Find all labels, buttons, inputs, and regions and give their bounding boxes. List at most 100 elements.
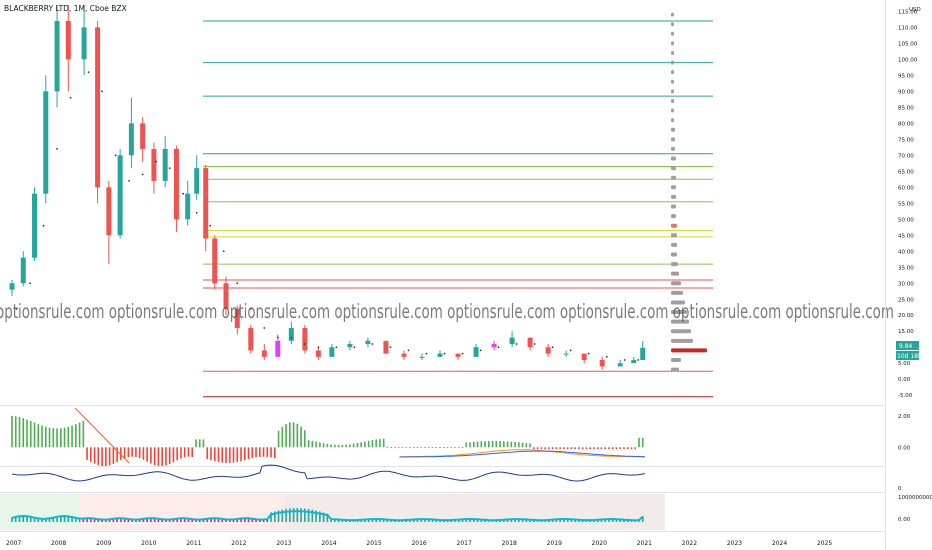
histogram-bar xyxy=(499,441,501,448)
histogram-bar xyxy=(488,441,490,448)
trail-dot xyxy=(56,148,58,150)
histogram-bar xyxy=(29,420,32,448)
price-tick-label: 90.00 xyxy=(898,89,914,95)
candle-body xyxy=(81,27,87,60)
trail-dot xyxy=(101,90,104,93)
histogram-bar xyxy=(345,444,347,448)
histogram-bar xyxy=(176,447,178,461)
histogram-bar xyxy=(457,447,460,449)
histogram-bar xyxy=(322,443,325,448)
trail-dot xyxy=(222,250,225,253)
candle-body xyxy=(151,148,157,181)
histogram-bar xyxy=(183,447,186,458)
histogram-bar xyxy=(442,447,445,449)
trail-dot xyxy=(317,346,320,349)
histogram-bar xyxy=(626,447,629,450)
volume-profile-bar xyxy=(671,358,681,363)
volume-profile-bar xyxy=(671,204,676,209)
price-tick-label: 20.00 xyxy=(898,313,914,319)
histogram-bar xyxy=(551,447,554,450)
price-tick-label: 55.00 xyxy=(898,201,914,207)
histogram-bar xyxy=(157,447,160,466)
histogram-bar xyxy=(608,447,610,450)
volume-bar xyxy=(292,508,295,522)
histogram-bar xyxy=(63,427,66,448)
candle-body xyxy=(581,353,587,361)
histogram-bar xyxy=(615,447,618,450)
histogram-bar xyxy=(270,447,272,458)
volume-pane[interactable] xyxy=(0,494,665,530)
histogram-bar xyxy=(397,447,400,449)
candle-body xyxy=(455,353,461,357)
candle-body xyxy=(261,350,267,357)
candle-body xyxy=(631,360,637,364)
histogram-bar xyxy=(503,441,505,448)
volume-bar xyxy=(296,508,299,522)
volume-profile-bar xyxy=(671,348,707,353)
candle-body xyxy=(32,193,38,258)
histogram-bar xyxy=(461,447,464,449)
trail-dot xyxy=(276,336,279,339)
svg-text:9.84: 9.84 xyxy=(899,343,913,350)
histogram-bar xyxy=(529,443,531,448)
histogram-bar xyxy=(514,442,516,448)
histogram-bar xyxy=(236,447,239,463)
trail-dot xyxy=(551,346,554,349)
histogram-bar xyxy=(138,447,141,459)
price-tick-label: 100.00 xyxy=(898,57,918,63)
candle-body xyxy=(599,360,605,367)
histogram-bar xyxy=(638,437,640,448)
trail-dot xyxy=(425,352,428,355)
histogram-bar xyxy=(559,447,561,450)
trail-dot xyxy=(569,349,572,352)
histogram-bar xyxy=(82,421,85,448)
histogram-bar xyxy=(431,447,434,449)
volume-profile-bar xyxy=(671,127,675,132)
price-tick-label: 105.00 xyxy=(898,41,918,47)
histogram-bar xyxy=(589,447,591,450)
histogram-bar xyxy=(274,447,276,459)
time-tick-label: 2021 xyxy=(637,540,652,547)
histogram-bar xyxy=(172,447,175,463)
candle-body xyxy=(419,356,425,358)
candle-body xyxy=(315,350,321,357)
histogram-bar xyxy=(623,447,625,450)
histogram-bar xyxy=(131,447,133,457)
histogram-bar xyxy=(566,447,569,450)
histogram-bar xyxy=(367,440,370,448)
price-tick-label: 65.00 xyxy=(898,169,914,175)
price-tick-label: 95.00 xyxy=(898,73,914,79)
candle-body xyxy=(383,340,389,354)
volume-profile-bar xyxy=(671,89,674,94)
time-tick-label: 2015 xyxy=(366,540,381,547)
trail-dot xyxy=(637,359,640,361)
histogram-bar xyxy=(574,447,576,450)
volume-profile-bar xyxy=(671,242,677,247)
histogram-bar xyxy=(630,447,633,450)
trail-dot xyxy=(42,224,45,227)
trail-dot xyxy=(533,343,536,345)
histogram-bar xyxy=(142,447,145,460)
candle-body xyxy=(563,353,569,355)
histogram-bar xyxy=(341,444,344,448)
histogram-bar xyxy=(37,424,40,448)
histogram-bar xyxy=(518,442,520,448)
volume-profile-bar xyxy=(671,166,676,171)
histogram-bar xyxy=(228,447,231,463)
time-tick-label: 2025 xyxy=(817,540,832,547)
candle-body xyxy=(437,353,443,357)
candle-body xyxy=(203,168,209,239)
histogram-bar xyxy=(356,443,359,448)
histogram-bar xyxy=(41,425,43,448)
histogram-bar xyxy=(364,441,366,448)
histogram-bar xyxy=(44,426,47,448)
time-tick-label: 2017 xyxy=(457,540,472,547)
trail-dot xyxy=(182,192,185,195)
volume-profile-bar xyxy=(671,338,693,343)
trail-dot xyxy=(128,180,131,182)
histogram-bar xyxy=(26,419,28,448)
time-tick-label: 2023 xyxy=(727,540,742,547)
chart-canvas[interactable]: optionsrule.com optionsrule.com optionsr… xyxy=(0,0,932,550)
histogram-bar xyxy=(304,430,306,448)
histogram-bar xyxy=(289,422,291,448)
